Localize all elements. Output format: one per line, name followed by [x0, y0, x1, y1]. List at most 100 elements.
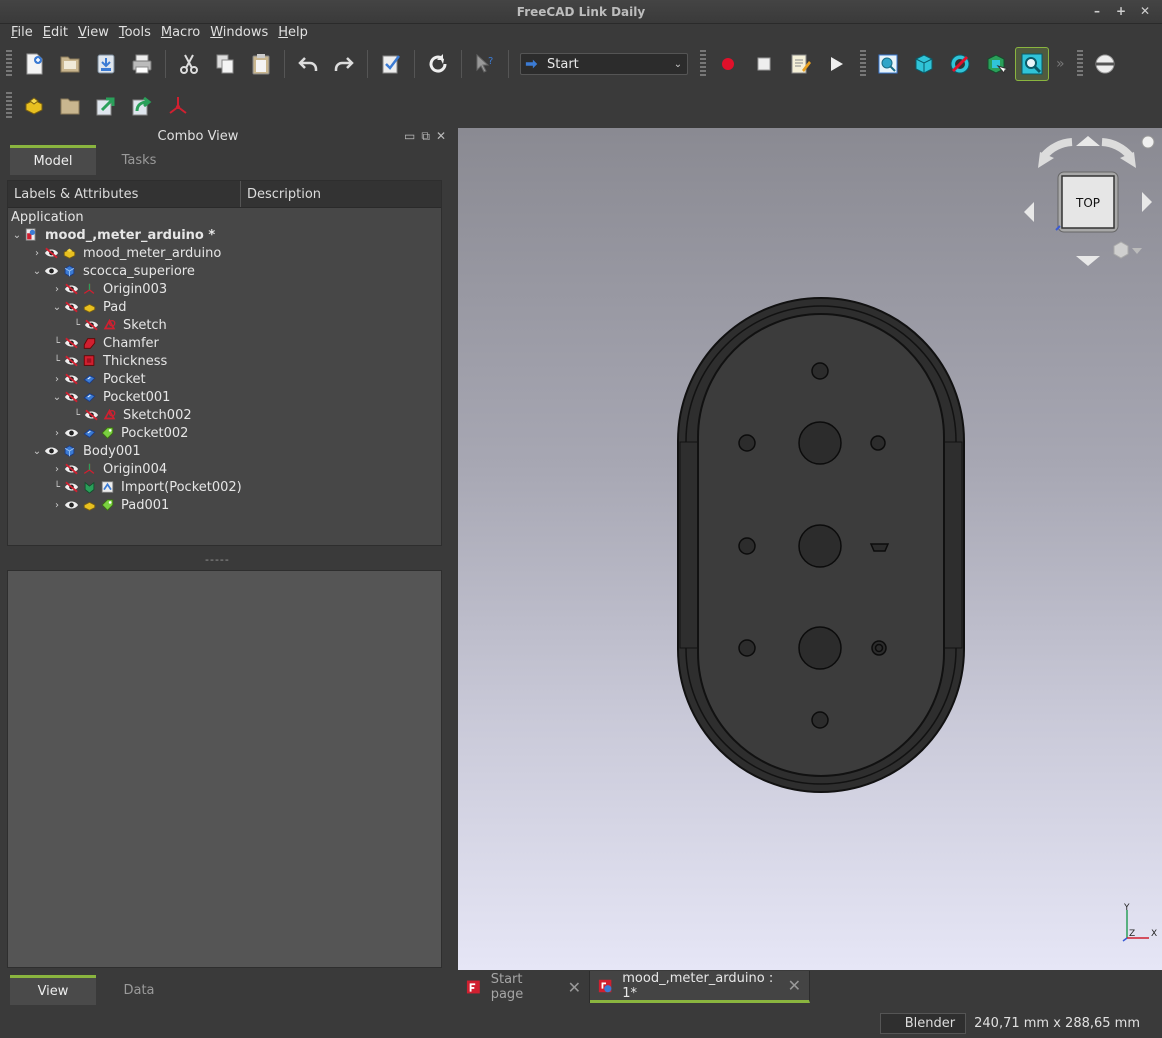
paste-button[interactable] — [244, 47, 278, 81]
chevron-down-icon[interactable]: ⌄ — [51, 302, 63, 313]
minimize-icon[interactable]: – — [1090, 4, 1104, 18]
chevron-right-icon[interactable]: › — [51, 464, 63, 475]
whats-this-button[interactable]: ? — [468, 47, 502, 81]
toolbar-grip[interactable] — [700, 50, 706, 78]
create-coordinate-system-button[interactable] — [161, 89, 195, 123]
visibility-hidden-icon[interactable] — [63, 336, 79, 350]
chevron-right-icon[interactable]: › — [31, 248, 43, 259]
panel-minimize-icon[interactable]: ▭ — [404, 129, 415, 144]
redo-button[interactable] — [327, 47, 361, 81]
toolbar-grip[interactable] — [1076, 50, 1083, 78]
tree-item[interactable]: › Pad001 — [51, 496, 169, 514]
web-browser-button[interactable] — [1088, 47, 1122, 81]
print-button[interactable] — [125, 47, 159, 81]
fit-all-button[interactable] — [871, 47, 905, 81]
tree-item[interactable]: ⌄ Pocket001 — [51, 388, 171, 406]
visibility-hidden-icon[interactable] — [83, 318, 99, 332]
stop-macro-button[interactable] — [747, 47, 781, 81]
toolbar-overflow-icon[interactable]: » — [1056, 56, 1065, 72]
tree-item[interactable]: └ Sketch — [71, 316, 167, 334]
chevron-right-icon[interactable]: › — [51, 374, 63, 385]
view-isometric-button[interactable] — [907, 47, 941, 81]
column-description[interactable]: Description — [241, 181, 327, 207]
edit-macro-button[interactable] — [783, 47, 817, 81]
open-button[interactable] — [53, 47, 87, 81]
panel-close-icon[interactable]: ✕ — [436, 129, 446, 144]
tree-item[interactable]: └ Chamfer — [51, 334, 159, 352]
chevron-right-icon[interactable]: › — [51, 284, 63, 295]
menu-windows[interactable]: Windows — [205, 24, 273, 44]
tab-data[interactable]: Data — [96, 975, 182, 1005]
visibility-eye-icon[interactable] — [43, 264, 59, 278]
visibility-hidden-icon[interactable] — [63, 282, 79, 296]
tab-start-page[interactable]: Start page ✕ — [458, 971, 590, 1003]
make-sublink-button[interactable] — [125, 89, 159, 123]
navigation-cube[interactable]: TOP — [1024, 135, 1155, 266]
draw-style-button[interactable] — [943, 47, 977, 81]
tree-item[interactable]: ⌄ Body001 — [31, 442, 141, 460]
execute-macro-button[interactable] — [819, 47, 853, 81]
visibility-hidden-icon[interactable] — [63, 300, 79, 314]
visibility-hidden-icon[interactable] — [63, 390, 79, 404]
toolbar-grip[interactable] — [860, 50, 866, 78]
tree-item[interactable]: └ Import(Pocket002) — [51, 478, 242, 496]
undo-button[interactable] — [291, 47, 325, 81]
3d-viewport[interactable]: TOP Y X Z — [458, 128, 1162, 970]
tab-tasks[interactable]: Tasks — [96, 145, 182, 175]
selection-zoom-button[interactable] — [1015, 47, 1049, 81]
visibility-hidden-icon[interactable] — [63, 372, 79, 386]
toolbar-grip[interactable] — [6, 92, 12, 120]
recompute-check-button[interactable] — [374, 47, 408, 81]
menu-view[interactable]: View — [73, 24, 114, 44]
close-tab-icon[interactable]: ✕ — [788, 976, 801, 995]
visibility-hidden-icon[interactable] — [83, 408, 99, 422]
workbench-selector[interactable]: Start ⌄ — [520, 53, 688, 75]
maximize-icon[interactable]: + — [1114, 4, 1128, 18]
chevron-right-icon[interactable]: › — [51, 428, 63, 439]
menu-edit[interactable]: Edit — [38, 24, 73, 44]
menu-tools[interactable]: Tools — [114, 24, 156, 44]
visibility-hidden-icon[interactable] — [63, 480, 79, 494]
tree-item[interactable]: ⌄ Pad — [51, 298, 127, 316]
new-document-button[interactable] — [17, 47, 51, 81]
menu-help[interactable]: Help — [273, 24, 313, 44]
refresh-button[interactable] — [421, 47, 455, 81]
create-part-button[interactable] — [17, 89, 51, 123]
column-labels-attributes[interactable]: Labels & Attributes — [8, 181, 241, 207]
visibility-eye-icon[interactable] — [63, 426, 79, 440]
bounding-box-button[interactable] — [979, 47, 1013, 81]
chevron-down-icon[interactable]: ⌄ — [11, 230, 23, 241]
tree-item[interactable]: › Pocket002 — [51, 424, 188, 442]
chevron-down-icon[interactable]: ⌄ — [31, 266, 43, 277]
make-link-button[interactable] — [89, 89, 123, 123]
visibility-eye-icon[interactable] — [63, 498, 79, 512]
copy-button[interactable] — [208, 47, 242, 81]
menu-file[interactable]: File — [6, 24, 38, 44]
tree-item[interactable]: › Origin004 — [51, 460, 167, 478]
tab-model[interactable]: Model — [10, 145, 96, 175]
tab-document[interactable]: mood_,meter_arduino : 1* ✕ — [590, 971, 810, 1003]
close-icon[interactable]: ✕ — [1138, 4, 1152, 18]
chevron-right-icon[interactable]: › — [51, 500, 63, 511]
tree-item[interactable]: › Pocket — [51, 370, 146, 388]
tab-view[interactable]: View — [10, 975, 96, 1005]
menu-macro[interactable]: Macro — [156, 24, 205, 44]
chevron-down-icon[interactable]: ⌄ — [51, 392, 63, 403]
tree-item[interactable]: › mood_meter_arduino — [31, 244, 221, 262]
navigation-style-button[interactable]: Blender — [879, 1012, 967, 1034]
save-button[interactable] — [89, 47, 123, 81]
create-group-button[interactable] — [53, 89, 87, 123]
tree-item[interactable]: ⌄ scocca_superiore — [31, 262, 195, 280]
cut-button[interactable] — [172, 47, 206, 81]
tree-item[interactable]: ⌄ mood_,meter_arduino * — [11, 226, 215, 244]
chevron-down-icon[interactable]: ⌄ — [31, 446, 43, 457]
panel-float-icon[interactable]: ⧉ — [421, 129, 430, 144]
visibility-hidden-icon[interactable] — [43, 246, 59, 260]
visibility-hidden-icon[interactable] — [63, 462, 79, 476]
visibility-hidden-icon[interactable] — [63, 354, 79, 368]
chevron-down-icon[interactable]: ⌄ — [669, 59, 687, 70]
record-macro-button[interactable] — [711, 47, 745, 81]
tree-item[interactable]: └ Thickness — [51, 352, 167, 370]
tree-item[interactable]: › Origin003 — [51, 280, 167, 298]
close-tab-icon[interactable]: ✕ — [568, 978, 581, 997]
